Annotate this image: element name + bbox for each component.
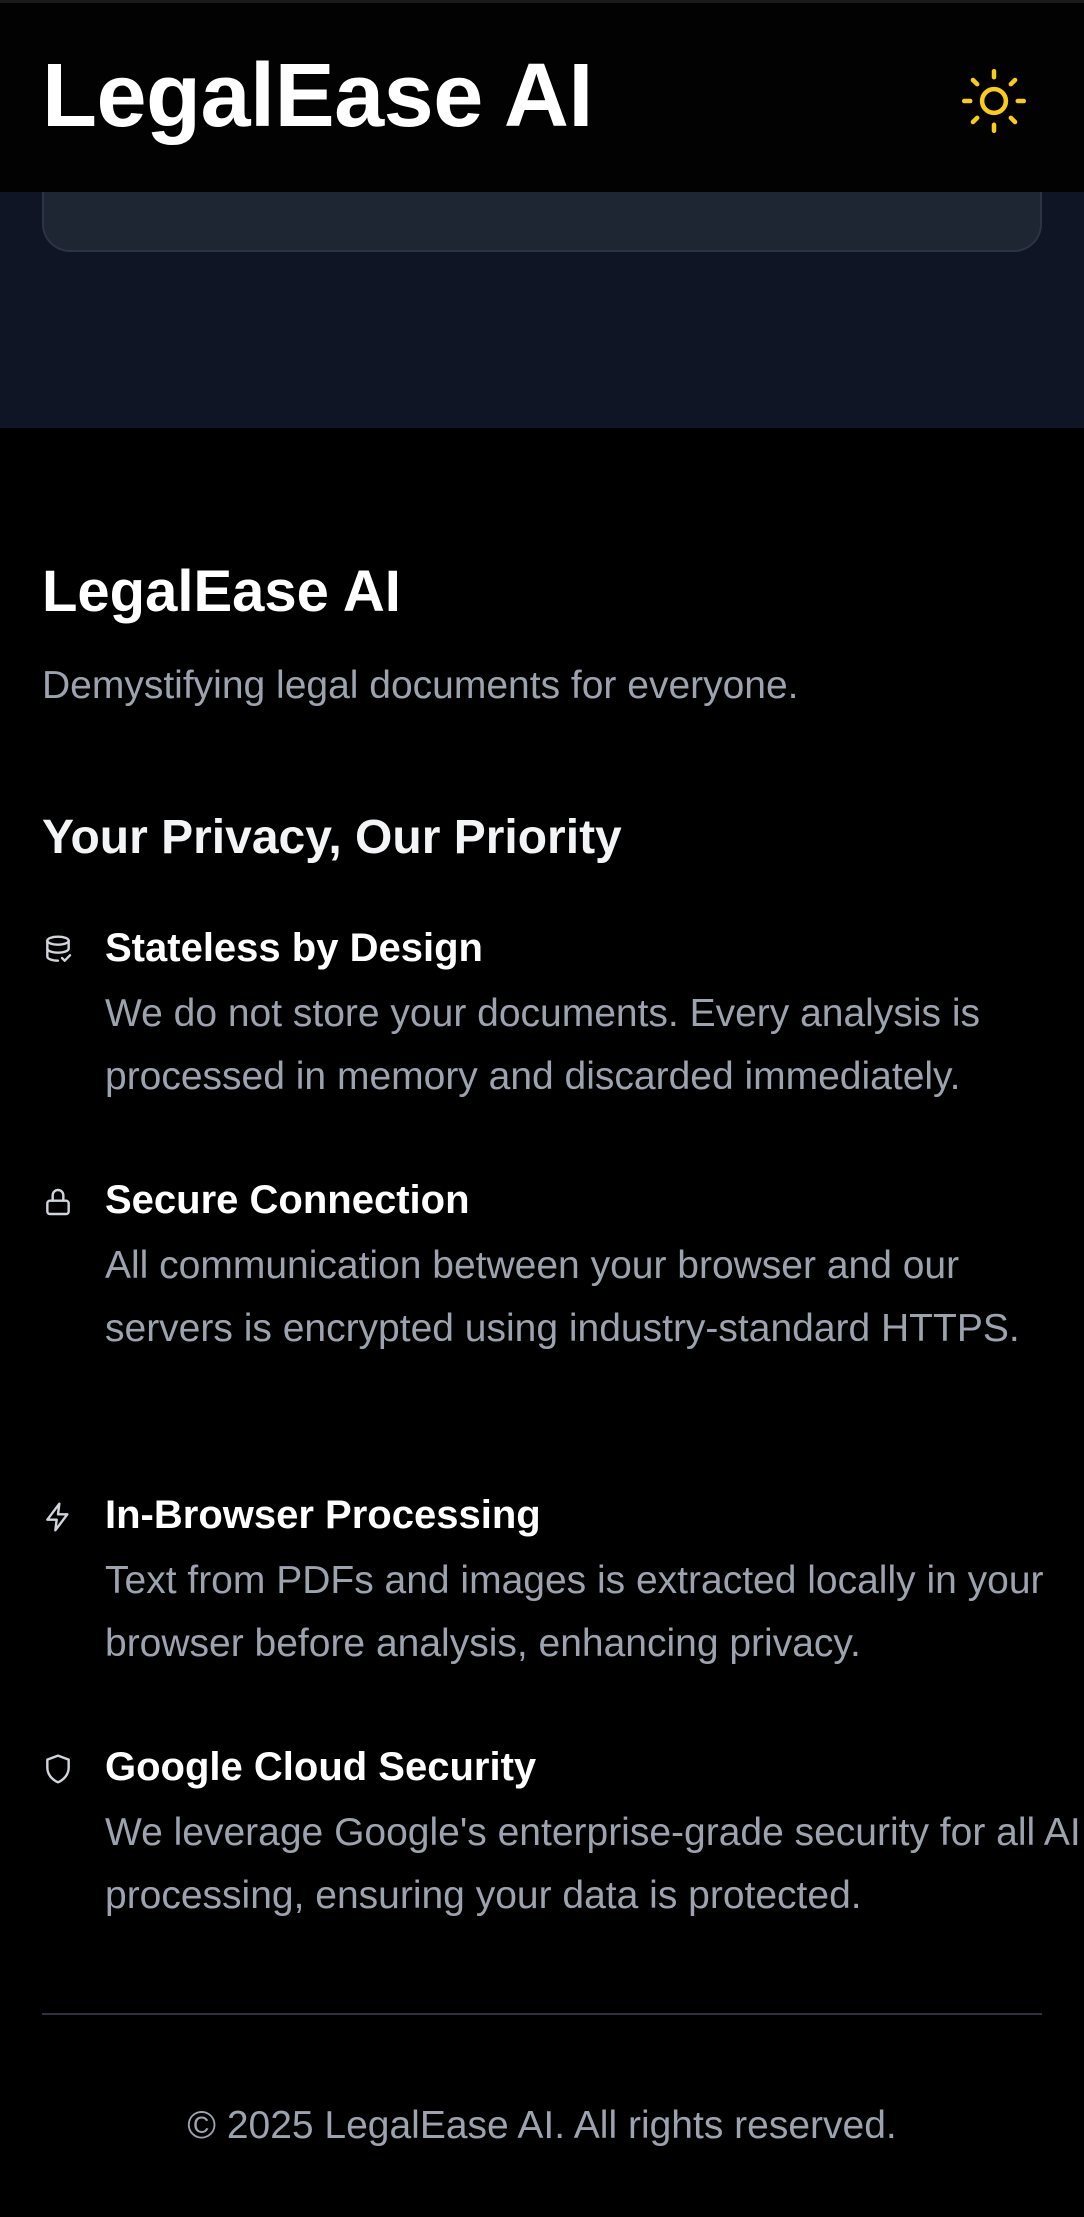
- database-icon: [46, 935, 72, 962]
- sun-icon: [961, 68, 1027, 134]
- privacy-item-description: Text from PDFs and images is extracted l…: [105, 1559, 1044, 1665]
- privacy-item-title: Google Cloud Security: [105, 1745, 537, 1789]
- footer-tagline: Demystifying legal documents for everyon…: [42, 664, 799, 707]
- lock-icon: [46, 1188, 70, 1216]
- privacy-item-description: All communication between your browser a…: [105, 1244, 1020, 1350]
- footer-divider: [42, 2013, 1042, 2015]
- privacy-heading: Your Privacy, Our Priority: [42, 811, 622, 864]
- shield-icon: [46, 1754, 70, 1784]
- footer-brand: LegalEase AI: [42, 559, 401, 624]
- lightning-icon: [46, 1502, 69, 1532]
- copyright-text: © 2025 LegalEase AI. All rights reserved…: [187, 2104, 897, 2147]
- site-footer: LegalEase AI Demystifying legal document…: [0, 428, 1084, 2217]
- app-header: LegalEase AI: [0, 0, 1084, 192]
- main-content-section: [0, 152, 1084, 428]
- privacy-item-title: Secure Connection: [105, 1178, 470, 1222]
- privacy-item-description: We leverage Google's enterprise-grade se…: [105, 1811, 1081, 1917]
- app-title: LegalEase AI: [42, 46, 593, 146]
- privacy-item-title: Stateless by Design: [105, 926, 483, 970]
- theme-toggle-button[interactable]: [960, 67, 1028, 135]
- page: LegalEase AI LegalEase AI Demystifying l…: [0, 0, 1084, 2217]
- privacy-item-description: We do not store your documents. Every an…: [105, 992, 981, 1098]
- privacy-item-title: In-Browser Processing: [105, 1493, 541, 1537]
